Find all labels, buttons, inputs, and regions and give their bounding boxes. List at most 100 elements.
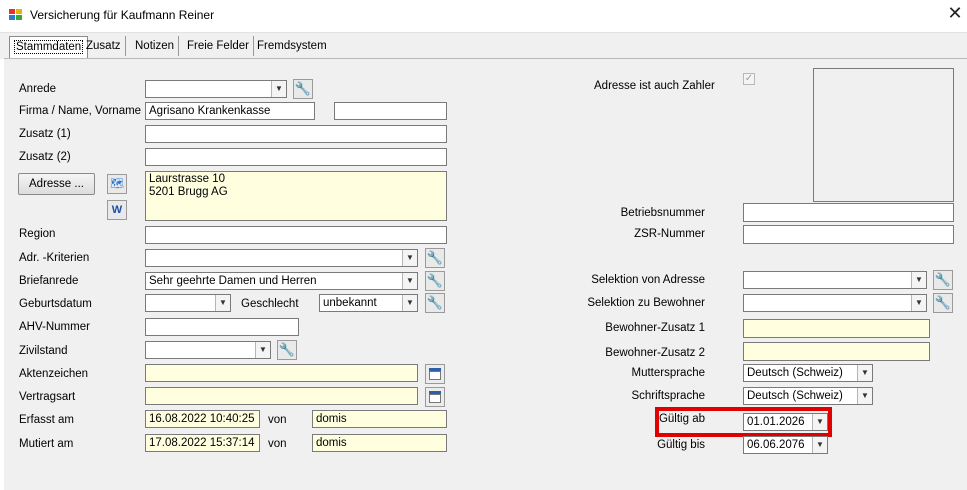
word-document-icon[interactable]: W <box>107 200 127 220</box>
selektion-adresse-select[interactable]: ▼ <box>743 271 927 289</box>
window-title: Versicherung für Kaufmann Reiner <box>30 8 215 22</box>
zusatz1-input[interactable] <box>145 125 447 143</box>
anrede-label: Anrede <box>19 83 57 95</box>
gueltig-bis-date[interactable]: 06.06.2076 ▼ <box>743 436 828 454</box>
adr-kriterien-select[interactable]: ▼ <box>145 249 418 267</box>
vertragsart-label: Vertragsart <box>19 391 76 403</box>
briefanrede-label: Briefanrede <box>19 275 79 287</box>
erfasst-von-label: von <box>268 414 287 426</box>
briefanrede-select[interactable]: Sehr geehrte Damen und Herren ▼ <box>145 272 418 290</box>
betriebsnummer-label: Betriebsnummer <box>620 207 705 219</box>
wrench-icon[interactable]: 🔧 <box>293 79 313 99</box>
erfasst-value: 16.08.2022 10:40:25 <box>145 410 260 428</box>
wrench-icon[interactable]: 🔧 <box>933 293 953 313</box>
erfasst-label: Erfasst am <box>19 414 74 426</box>
gueltig-ab-value: 01.01.2026 <box>747 416 805 428</box>
anrede-select[interactable]: ▼ <box>145 80 287 98</box>
app-icon <box>9 9 23 21</box>
chevron-down-icon[interactable]: ▼ <box>255 342 270 358</box>
muttersprache-select[interactable]: Deutsch (Schweiz) ▼ <box>743 364 873 382</box>
wrench-icon[interactable]: 🔧 <box>425 248 445 268</box>
geschlecht-value: unbekannt <box>323 297 377 309</box>
tab-label: Stammdaten <box>14 40 84 54</box>
address-line2: 5201 Brugg AG <box>149 186 228 198</box>
tab-freie-felder[interactable]: Freie Felder <box>183 36 254 56</box>
aktenzeichen-input[interactable] <box>145 364 418 382</box>
geburtsdatum-input[interactable]: ▼ <box>145 294 231 312</box>
muttersprache-value: Deutsch (Schweiz) <box>747 367 843 379</box>
selektion-bewohner-select[interactable]: ▼ <box>743 294 927 312</box>
bewohner-zusatz1-label: Bewohner-Zusatz 1 <box>605 322 705 334</box>
erfasst-von-value: domis <box>312 410 447 428</box>
mutiert-von-value: domis <box>312 434 447 452</box>
chevron-down-icon[interactable]: ▼ <box>402 250 417 266</box>
address-memo[interactable]: Laurstrasse 10 5201 Brugg AG <box>145 171 447 221</box>
schriftsprache-label: Schriftsprache <box>631 390 705 402</box>
wrench-icon[interactable]: 🔧 <box>277 340 297 360</box>
bewohner-zusatz1-input[interactable] <box>743 319 930 338</box>
vertragsart-input[interactable] <box>145 387 418 405</box>
address-line1: Laurstrasse 10 <box>149 173 226 185</box>
geschlecht-select[interactable]: unbekannt ▼ <box>319 294 418 312</box>
zusatz2-label: Zusatz (2) <box>19 151 71 163</box>
aktenzeichen-label: Aktenzeichen <box>19 368 89 380</box>
calendar-icon[interactable] <box>425 364 445 384</box>
chevron-down-icon[interactable]: ▼ <box>215 295 230 311</box>
zsr-input[interactable] <box>743 225 954 244</box>
mutiert-value: 17.08.2022 15:37:14 <box>145 434 260 452</box>
tab-notizen[interactable]: Notizen <box>131 36 179 56</box>
chevron-down-icon[interactable]: ▼ <box>402 295 417 311</box>
tab-fremdsystem[interactable]: Fremdsystem <box>253 36 331 56</box>
ahv-label: AHV-Nummer <box>19 321 90 333</box>
chevron-down-icon[interactable]: ▼ <box>402 273 417 289</box>
schriftsprache-select[interactable]: Deutsch (Schweiz) ▼ <box>743 387 873 405</box>
zusatz1-label: Zusatz (1) <box>19 128 71 140</box>
gueltig-bis-label: Gültig bis <box>657 439 705 451</box>
close-icon[interactable]: ✕ <box>945 3 965 24</box>
mutiert-von-label: von <box>268 438 287 450</box>
chevron-down-icon[interactable]: ▼ <box>911 295 926 311</box>
zivilstand-label: Zivilstand <box>19 345 68 357</box>
chevron-down-icon[interactable]: ▼ <box>271 81 286 97</box>
bewohner-zusatz2-label: Bewohner-Zusatz 2 <box>605 347 705 359</box>
betriebsnummer-input[interactable] <box>743 203 954 222</box>
mutiert-label: Mutiert am <box>19 438 74 450</box>
zusatz2-input[interactable] <box>145 148 447 166</box>
ahv-input[interactable] <box>145 318 299 336</box>
address-book-icon[interactable]: 🗺 <box>107 174 127 194</box>
adresse-zahler-label: Adresse ist auch Zahler <box>594 80 715 92</box>
selektion-adresse-label: Selektion von Adresse <box>591 274 705 286</box>
gueltig-ab-date[interactable]: 01.01.2026 ▼ <box>743 413 828 431</box>
bewohner-zusatz2-input[interactable] <box>743 342 930 361</box>
adresse-zahler-checkbox[interactable]: ✓ <box>743 73 755 85</box>
geburtsdatum-label: Geburtsdatum <box>19 298 92 310</box>
vorname-input[interactable] <box>334 102 447 120</box>
photo-frame[interactable] <box>813 68 954 202</box>
selektion-bewohner-label: Selektion zu Bewohner <box>587 297 705 309</box>
wrench-icon[interactable]: 🔧 <box>425 271 445 291</box>
calendar-icon[interactable] <box>425 387 445 407</box>
tab-stammdaten[interactable]: Stammdaten <box>9 36 89 58</box>
schriftsprache-value: Deutsch (Schweiz) <box>747 390 843 402</box>
firma-label: Firma / Name, Vorname <box>19 105 142 117</box>
tab-zusatz[interactable]: Zusatz <box>82 36 126 56</box>
chevron-down-icon[interactable]: ▼ <box>911 272 926 288</box>
adr-kriterien-label: Adr. -Kriterien <box>19 252 90 264</box>
chevron-down-icon[interactable]: ▼ <box>857 365 872 381</box>
zsr-label: ZSR-Nummer <box>634 228 705 240</box>
wrench-icon[interactable]: 🔧 <box>425 293 445 313</box>
briefanrede-value: Sehr geehrte Damen und Herren <box>149 275 317 287</box>
gueltig-bis-value: 06.06.2076 <box>747 439 805 451</box>
firma-name-input[interactable]: Agrisano Krankenkasse <box>145 102 315 120</box>
chevron-down-icon[interactable]: ▼ <box>812 414 827 430</box>
wrench-icon[interactable]: 🔧 <box>933 270 953 290</box>
region-input[interactable] <box>145 226 447 244</box>
chevron-down-icon[interactable]: ▼ <box>857 388 872 404</box>
adresse-button[interactable]: Adresse ... <box>18 173 95 195</box>
region-label: Region <box>19 228 56 240</box>
gueltig-ab-label: Gültig ab <box>658 413 705 425</box>
zivilstand-select[interactable]: ▼ <box>145 341 271 359</box>
chevron-down-icon[interactable]: ▼ <box>812 437 827 453</box>
muttersprache-label: Muttersprache <box>631 367 705 379</box>
geschlecht-label: Geschlecht <box>241 298 299 310</box>
